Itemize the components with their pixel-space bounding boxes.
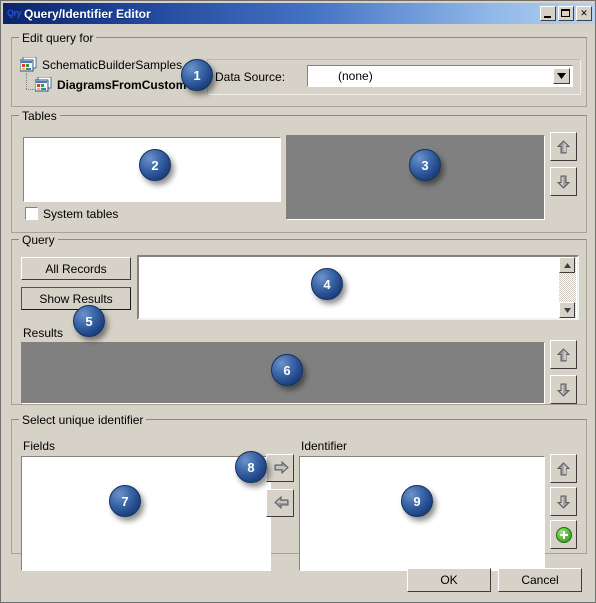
maximize-button[interactable] xyxy=(558,6,574,21)
query-identifier-editor-window: Qry Query/Identifier Editor ✕ Edit query… xyxy=(0,0,596,603)
chevron-down-icon[interactable] xyxy=(553,68,570,84)
tree-connector-vertical xyxy=(26,73,27,89)
tree-item-root[interactable]: SchematicBuilderSamples xyxy=(19,56,183,72)
data-source-value: (none) xyxy=(338,69,373,83)
arrow-down-icon xyxy=(557,495,570,509)
fields-listbox[interactable] xyxy=(21,456,271,571)
tree-connector-horizontal xyxy=(26,89,35,90)
query-scrollbar[interactable] xyxy=(559,257,576,318)
title-bar: Qry Query/Identifier Editor ✕ xyxy=(3,3,595,24)
close-button[interactable]: ✕ xyxy=(576,6,592,21)
tree-item-root-label: SchematicBuilderSamples xyxy=(42,57,183,72)
ok-button[interactable]: OK xyxy=(407,568,491,592)
window-controls: ✕ xyxy=(540,6,592,21)
arrow-left-icon xyxy=(273,496,288,510)
results-move-down-button[interactable] xyxy=(550,375,577,404)
arrow-up-icon xyxy=(557,461,570,476)
annotation-badge-7: 7 xyxy=(109,485,141,517)
edit-query-for-legend: Edit query for xyxy=(19,31,97,45)
scroll-up-icon[interactable] xyxy=(559,257,575,273)
system-tables-label: System tables xyxy=(43,207,119,221)
data-source-label: Data Source: xyxy=(215,70,286,84)
cancel-label: Cancel xyxy=(521,573,559,587)
arrow-up-icon xyxy=(557,139,570,154)
annotation-badge-1: 1 xyxy=(181,59,213,91)
add-identifier-button[interactable] xyxy=(266,454,294,482)
cancel-button[interactable]: Cancel xyxy=(498,568,582,592)
query-legend: Query xyxy=(19,233,58,247)
close-icon: ✕ xyxy=(580,8,588,18)
new-identifier-button[interactable] xyxy=(550,520,577,549)
show-results-label: Show Results xyxy=(39,291,113,306)
fields-label: Fields xyxy=(23,439,56,453)
tables-move-down-button[interactable] xyxy=(550,167,577,196)
identifier-move-down-button[interactable] xyxy=(550,487,577,516)
arrow-down-icon xyxy=(557,175,570,189)
query-text-area[interactable] xyxy=(137,255,579,320)
annotation-badge-8: 8 xyxy=(235,451,267,483)
scroll-down-icon[interactable] xyxy=(559,302,575,318)
remove-identifier-button[interactable] xyxy=(266,489,294,517)
tables-move-up-button[interactable] xyxy=(550,132,577,161)
data-source-combobox[interactable]: (none) xyxy=(307,65,573,87)
tables-legend: Tables xyxy=(19,109,60,123)
arrow-right-icon xyxy=(274,461,289,475)
diagram-icon xyxy=(19,56,37,72)
window-title: Query/Identifier Editor xyxy=(24,6,151,21)
show-results-button[interactable]: Show Results xyxy=(21,287,131,310)
system-tables-checkbox[interactable] xyxy=(25,207,38,220)
minimize-button[interactable] xyxy=(540,6,556,21)
query-editor-icon: Qry xyxy=(6,7,22,21)
identifier-move-up-button[interactable] xyxy=(550,454,577,483)
title-icon-text: Qry xyxy=(7,7,22,18)
results-label: Results xyxy=(23,326,64,340)
unique-identifier-legend: Select unique identifier xyxy=(19,413,147,427)
green-plus-icon xyxy=(555,526,572,543)
identifier-label: Identifier xyxy=(301,439,348,453)
annotation-badge-5: 5 xyxy=(73,305,105,337)
annotation-badge-6: 6 xyxy=(271,354,303,386)
annotation-badge-4: 4 xyxy=(311,268,343,300)
tree-item-child-label: DiagramsFromCustom xyxy=(57,77,187,92)
diagram-icon xyxy=(34,76,52,92)
results-move-up-button[interactable] xyxy=(550,340,577,369)
ok-label: OK xyxy=(440,573,458,587)
annotation-badge-2: 2 xyxy=(139,149,171,181)
annotation-badge-3: 3 xyxy=(409,149,441,181)
all-records-label: All Records xyxy=(45,261,107,276)
annotation-badge-9: 9 xyxy=(401,485,433,517)
arrow-down-icon xyxy=(557,383,570,397)
arrow-up-icon xyxy=(557,347,570,362)
all-records-button[interactable]: All Records xyxy=(21,257,131,280)
tree-item-child[interactable]: DiagramsFromCustom xyxy=(34,76,187,92)
